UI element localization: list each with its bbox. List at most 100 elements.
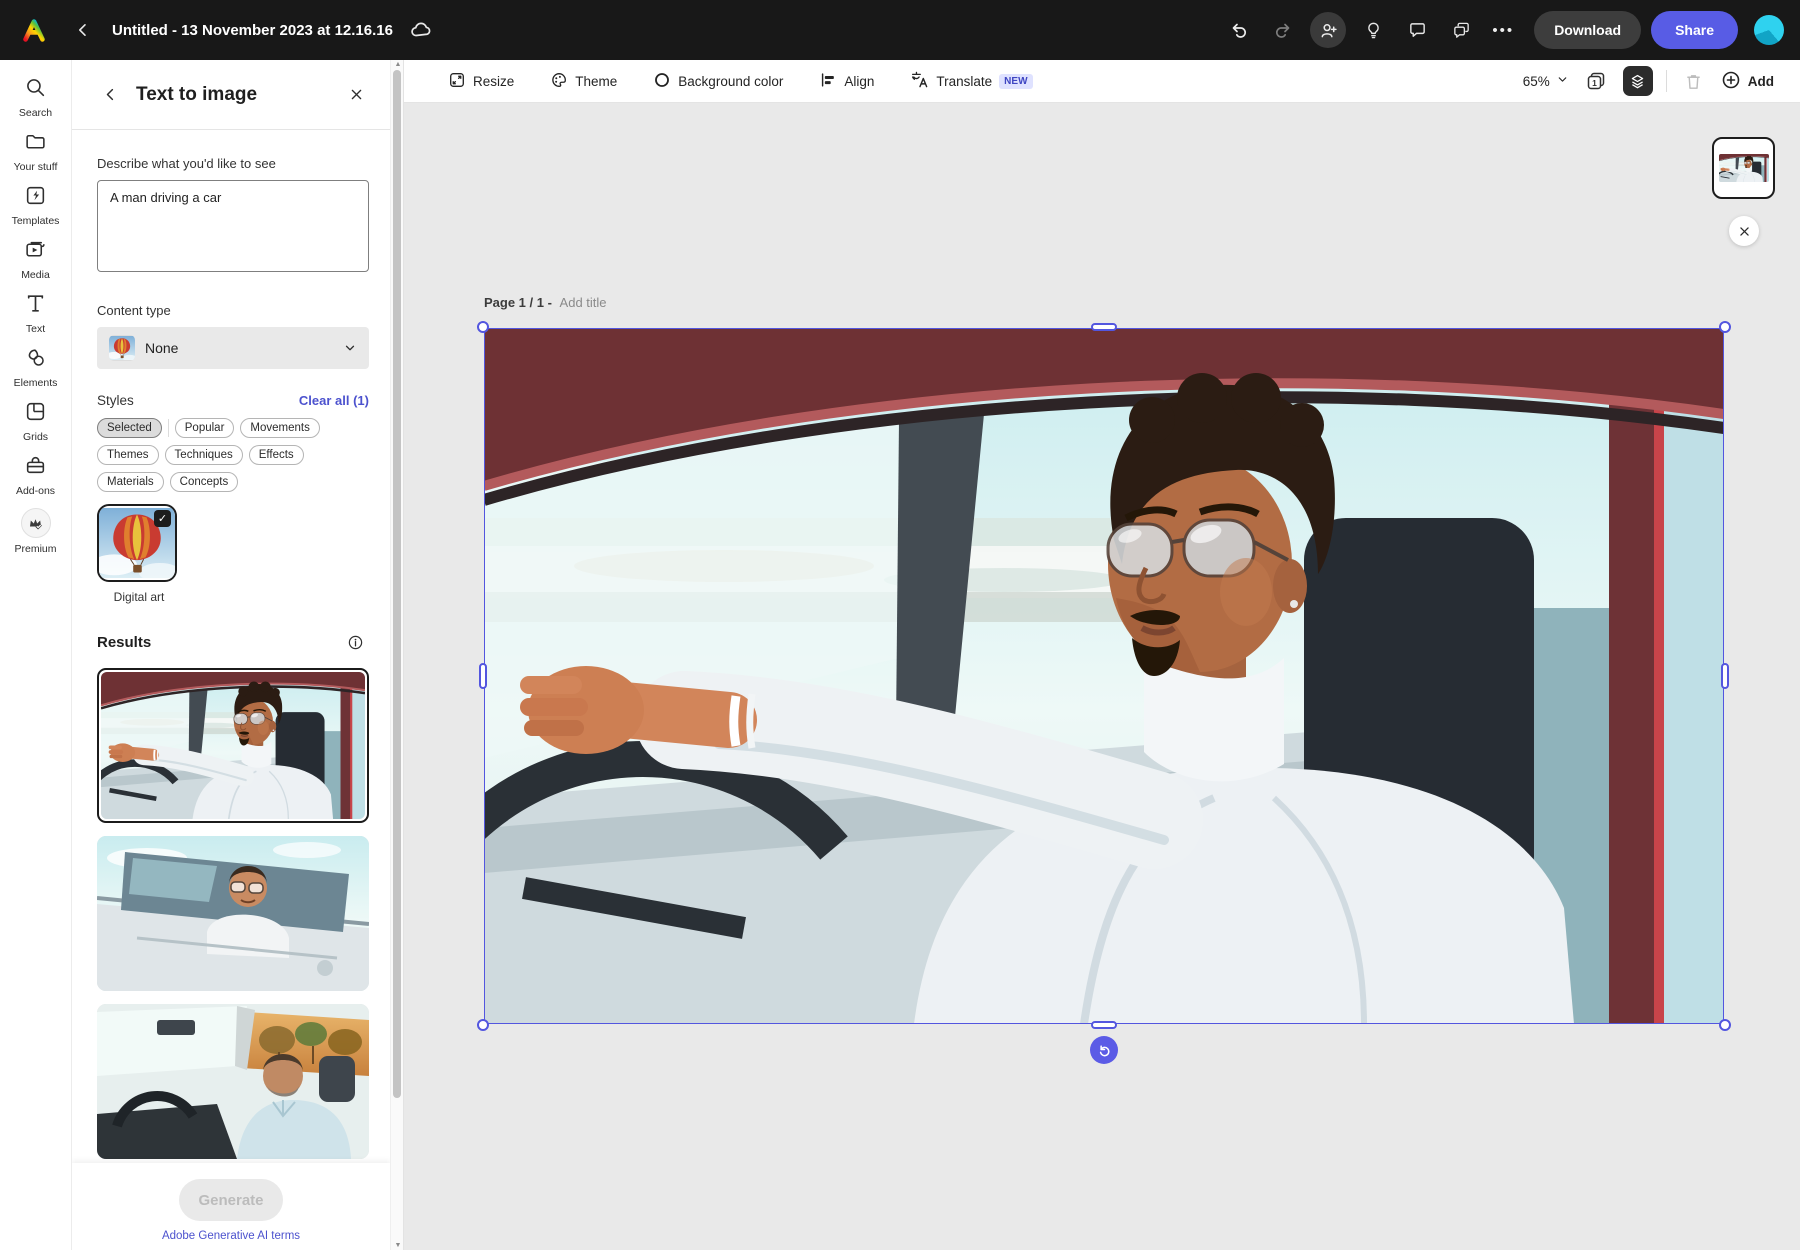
clear-all-link[interactable]: Clear all (1) bbox=[299, 393, 369, 408]
ideas-lightbulb-button[interactable] bbox=[1356, 13, 1390, 47]
resize-handle-bottom[interactable] bbox=[1091, 1021, 1117, 1029]
canvas-toolbar: Resize Theme Background color Align Tran… bbox=[404, 60, 1800, 103]
result-thumbnail-2[interactable] bbox=[97, 836, 369, 991]
results-label: Results bbox=[97, 634, 151, 651]
generate-button[interactable]: Generate bbox=[179, 1179, 283, 1221]
background-color-button[interactable]: Background color bbox=[653, 71, 783, 92]
sidebar-label: Templates bbox=[12, 215, 60, 227]
download-button[interactable]: Download bbox=[1534, 11, 1641, 49]
sidebar-item-add-ons[interactable]: Add-ons bbox=[1, 454, 71, 497]
sidebar-label: Add-ons bbox=[16, 485, 55, 497]
zoom-level-control[interactable]: 65% bbox=[1523, 73, 1569, 89]
resize-handle-top-right[interactable] bbox=[1719, 321, 1731, 333]
rotate-handle[interactable] bbox=[1090, 1036, 1118, 1064]
add-title-link[interactable]: Add title bbox=[560, 295, 607, 310]
style-card-digital-art[interactable]: ✓ bbox=[97, 504, 177, 582]
prompt-label: Describe what you'd like to see bbox=[97, 156, 369, 171]
styles-label: Styles bbox=[97, 393, 134, 408]
prompt-input[interactable]: A man driving a car bbox=[97, 180, 369, 272]
page-indicator: Page 1 / 1 - Add title bbox=[484, 295, 607, 310]
resize-handle-left[interactable] bbox=[479, 663, 487, 689]
sidebar-item-text[interactable]: Text bbox=[1, 292, 71, 335]
translate-button[interactable]: Translate NEW bbox=[910, 70, 1032, 92]
chip-movements[interactable]: Movements bbox=[240, 418, 319, 438]
add-ons-icon bbox=[24, 454, 47, 480]
result-thumbnail-3[interactable] bbox=[97, 1004, 369, 1159]
result-thumbnail-1[interactable] bbox=[97, 668, 369, 823]
plus-circle-icon bbox=[1721, 70, 1741, 93]
adobe-express-logo-icon[interactable] bbox=[16, 12, 52, 48]
generative-ai-terms-link[interactable]: Adobe Generative AI terms bbox=[162, 1230, 300, 1242]
scrollbar-down-arrow[interactable]: ▼ bbox=[391, 1242, 405, 1249]
chip-popular[interactable]: Popular bbox=[175, 418, 235, 438]
delete-trash-button[interactable] bbox=[1680, 67, 1708, 95]
redo-button[interactable] bbox=[1266, 13, 1300, 47]
premium-crown-icon bbox=[21, 508, 51, 538]
chat-threads-button[interactable] bbox=[1444, 13, 1478, 47]
chip-effects[interactable]: Effects bbox=[249, 445, 304, 465]
templates-icon bbox=[24, 184, 47, 210]
more-options-button[interactable]: ••• bbox=[1488, 22, 1518, 39]
text-to-image-panel: Text to image Describe what you'd like t… bbox=[72, 60, 390, 1250]
layers-button[interactable] bbox=[1623, 66, 1653, 96]
sidebar-item-your-stuff[interactable]: Your stuff bbox=[1, 130, 71, 173]
selected-generated-image[interactable] bbox=[484, 328, 1724, 1024]
theme-button[interactable]: Theme bbox=[550, 71, 617, 92]
chip-concepts[interactable]: Concepts bbox=[170, 472, 239, 492]
chip-themes[interactable]: Themes bbox=[97, 445, 159, 465]
resize-handle-top[interactable] bbox=[1091, 323, 1117, 331]
sidebar-item-premium[interactable]: Premium bbox=[1, 508, 71, 555]
invite-people-button[interactable] bbox=[1310, 12, 1346, 48]
chip-divider bbox=[168, 419, 169, 437]
sidebar-item-grids[interactable]: Grids bbox=[1, 400, 71, 443]
share-button[interactable]: Share bbox=[1651, 11, 1738, 49]
panel-back-button[interactable] bbox=[96, 81, 124, 109]
page-number-label: Page 1 / 1 - bbox=[484, 295, 552, 310]
undo-button[interactable] bbox=[1222, 13, 1256, 47]
content-type-dropdown[interactable]: None bbox=[97, 327, 369, 369]
chip-selected[interactable]: Selected bbox=[97, 418, 162, 438]
styles-header: Styles Clear all (1) bbox=[97, 393, 369, 408]
info-icon[interactable] bbox=[341, 628, 369, 656]
back-button[interactable] bbox=[66, 13, 100, 47]
canvas-area[interactable]: Page 1 / 1 - Add title bbox=[404, 103, 1800, 1250]
align-button[interactable]: Align bbox=[819, 71, 874, 92]
sidebar-item-templates[interactable]: Templates bbox=[1, 184, 71, 227]
background-color-icon bbox=[653, 71, 671, 92]
resize-handle-bottom-left[interactable] bbox=[477, 1019, 489, 1031]
account-avatar[interactable] bbox=[1754, 15, 1784, 45]
panel-close-button[interactable] bbox=[342, 81, 370, 109]
scrollbar-thumb[interactable] bbox=[393, 70, 401, 1098]
zoom-value: 65% bbox=[1523, 74, 1550, 89]
search-icon bbox=[24, 76, 47, 102]
panel-header: Text to image bbox=[72, 60, 390, 130]
panel-title: Text to image bbox=[136, 84, 257, 106]
sidebar-item-media[interactable]: Media bbox=[1, 238, 71, 281]
text-icon bbox=[24, 292, 47, 318]
style-card-label: Digital art bbox=[97, 590, 181, 604]
pages-button[interactable]: 1 bbox=[1582, 67, 1610, 95]
resize-handle-bottom-right[interactable] bbox=[1719, 1019, 1731, 1031]
workspace: Resize Theme Background color Align Tran… bbox=[404, 60, 1800, 1250]
resize-handle-top-left[interactable] bbox=[477, 321, 489, 333]
dismiss-preview-button[interactable] bbox=[1729, 216, 1759, 246]
resize-handle-right[interactable] bbox=[1721, 663, 1729, 689]
cloud-sync-icon bbox=[403, 13, 437, 47]
new-badge: NEW bbox=[999, 74, 1032, 89]
add-button[interactable]: Add bbox=[1721, 70, 1774, 93]
sidebar-label: Premium bbox=[14, 543, 56, 555]
resize-button[interactable]: Resize bbox=[448, 71, 514, 92]
page-preview-thumbnail[interactable] bbox=[1712, 137, 1775, 199]
comment-button[interactable] bbox=[1400, 13, 1434, 47]
document-title[interactable]: Untitled - 13 November 2023 at 12.16.16 bbox=[112, 22, 393, 39]
panel-scrollbar[interactable]: ▲ ▼ bbox=[390, 60, 404, 1250]
theme-label: Theme bbox=[575, 74, 617, 89]
chip-materials[interactable]: Materials bbox=[97, 472, 164, 492]
chip-techniques[interactable]: Techniques bbox=[165, 445, 243, 465]
results-list bbox=[97, 668, 369, 1163]
canvas-toolbar-right: 65% 1 Add bbox=[1523, 66, 1800, 96]
sidebar-item-elements[interactable]: Elements bbox=[1, 346, 71, 389]
scrollbar-up-arrow[interactable]: ▲ bbox=[391, 61, 405, 68]
align-icon bbox=[819, 71, 837, 92]
sidebar-item-search[interactable]: Search bbox=[1, 76, 71, 119]
